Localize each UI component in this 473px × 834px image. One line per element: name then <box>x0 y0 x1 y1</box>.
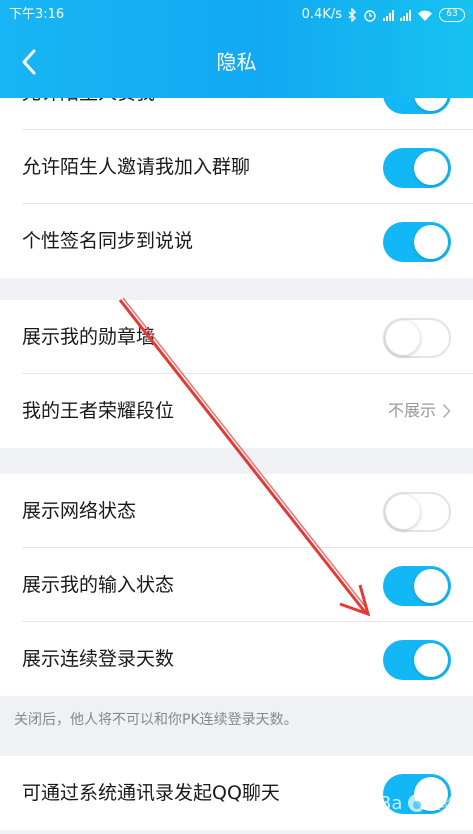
rank-value: 不展示 <box>388 374 451 448</box>
settings-group-status: 展示网络状态 展示我的输入状态 展示连续登录天数 <box>0 474 473 696</box>
medal-wall-toggle[interactable] <box>383 318 451 358</box>
signature-sync-toggle[interactable] <box>383 222 451 262</box>
row-label: 展示我的输入状态 <box>22 574 175 596</box>
row-label: 我的王者荣耀段位 <box>22 400 175 422</box>
svg-text:Ba: Ba <box>379 793 402 814</box>
signal-icon <box>383 9 394 21</box>
chevron-right-icon <box>442 403 451 419</box>
settings-list: 允许陌生人赞我 允许陌生人邀请我加入群聊 个性签名同步到说说 展示我的勋章墙 我… <box>0 98 473 834</box>
row-label: 展示连续登录天数 <box>22 648 175 670</box>
bluetooth-icon <box>348 8 356 22</box>
network-status-toggle[interactable] <box>383 492 451 532</box>
row-medal-wall: 展示我的勋章墙 <box>0 300 473 374</box>
input-status-toggle[interactable] <box>383 566 451 606</box>
settings-group-stranger: 允许陌生人赞我 允许陌生人邀请我加入群聊 个性签名同步到说说 <box>0 98 473 278</box>
row-allow-stranger-like: 允许陌生人赞我 <box>0 98 473 130</box>
login-days-note: 关闭后，他人将不可以和你PK连续登录天数。 <box>14 712 298 728</box>
settings-group-display: 展示我的勋章墙 我的王者荣耀段位 不展示 <box>0 300 473 448</box>
row-label: 允许陌生人邀请我加入群聊 <box>22 156 251 178</box>
row-label: 个性签名同步到说说 <box>22 230 194 252</box>
row-login-days: 展示连续登录天数 <box>0 622 473 696</box>
row-label: 允许陌生人赞我 <box>22 98 155 130</box>
status-icons: 0.4K/s 63 <box>302 0 465 30</box>
signal-2-icon <box>400 9 411 21</box>
status-bar: 下午3:16 0.4K/s 63 <box>0 0 473 30</box>
alarm-icon <box>364 10 376 22</box>
title-bar: 下午3:16 0.4K/s 63 隐私 <box>0 0 473 98</box>
row-honor-of-kings-rank[interactable]: 我的王者荣耀段位 不展示 <box>0 374 473 448</box>
page-title: 隐私 <box>216 50 257 74</box>
row-network-status: 展示网络状态 <box>0 474 473 548</box>
network-speed: 0.4K/s <box>301 7 342 22</box>
row-label: 可通过系统通讯录发起QQ聊天 <box>22 782 280 804</box>
row-input-status: 展示我的输入状态 <box>0 548 473 622</box>
row-label: 展示我的勋章墙 <box>22 326 156 348</box>
row-signature-sync: 个性签名同步到说说 <box>0 204 473 278</box>
wifi-icon <box>418 10 432 21</box>
row-allow-stranger-invite: 允许陌生人邀请我加入群聊 <box>0 130 473 204</box>
status-time: 下午3:16 <box>9 7 65 22</box>
stranger-like-toggle[interactable] <box>383 98 451 114</box>
watermark-logo: Ba 经验 <box>377 783 469 823</box>
login-days-toggle[interactable] <box>383 640 451 680</box>
svg-text:经验: 经验 <box>427 797 455 813</box>
row-label: 展示网络状态 <box>22 500 137 522</box>
battery-icon: 63 <box>439 8 465 22</box>
stranger-invite-toggle[interactable] <box>383 148 451 188</box>
